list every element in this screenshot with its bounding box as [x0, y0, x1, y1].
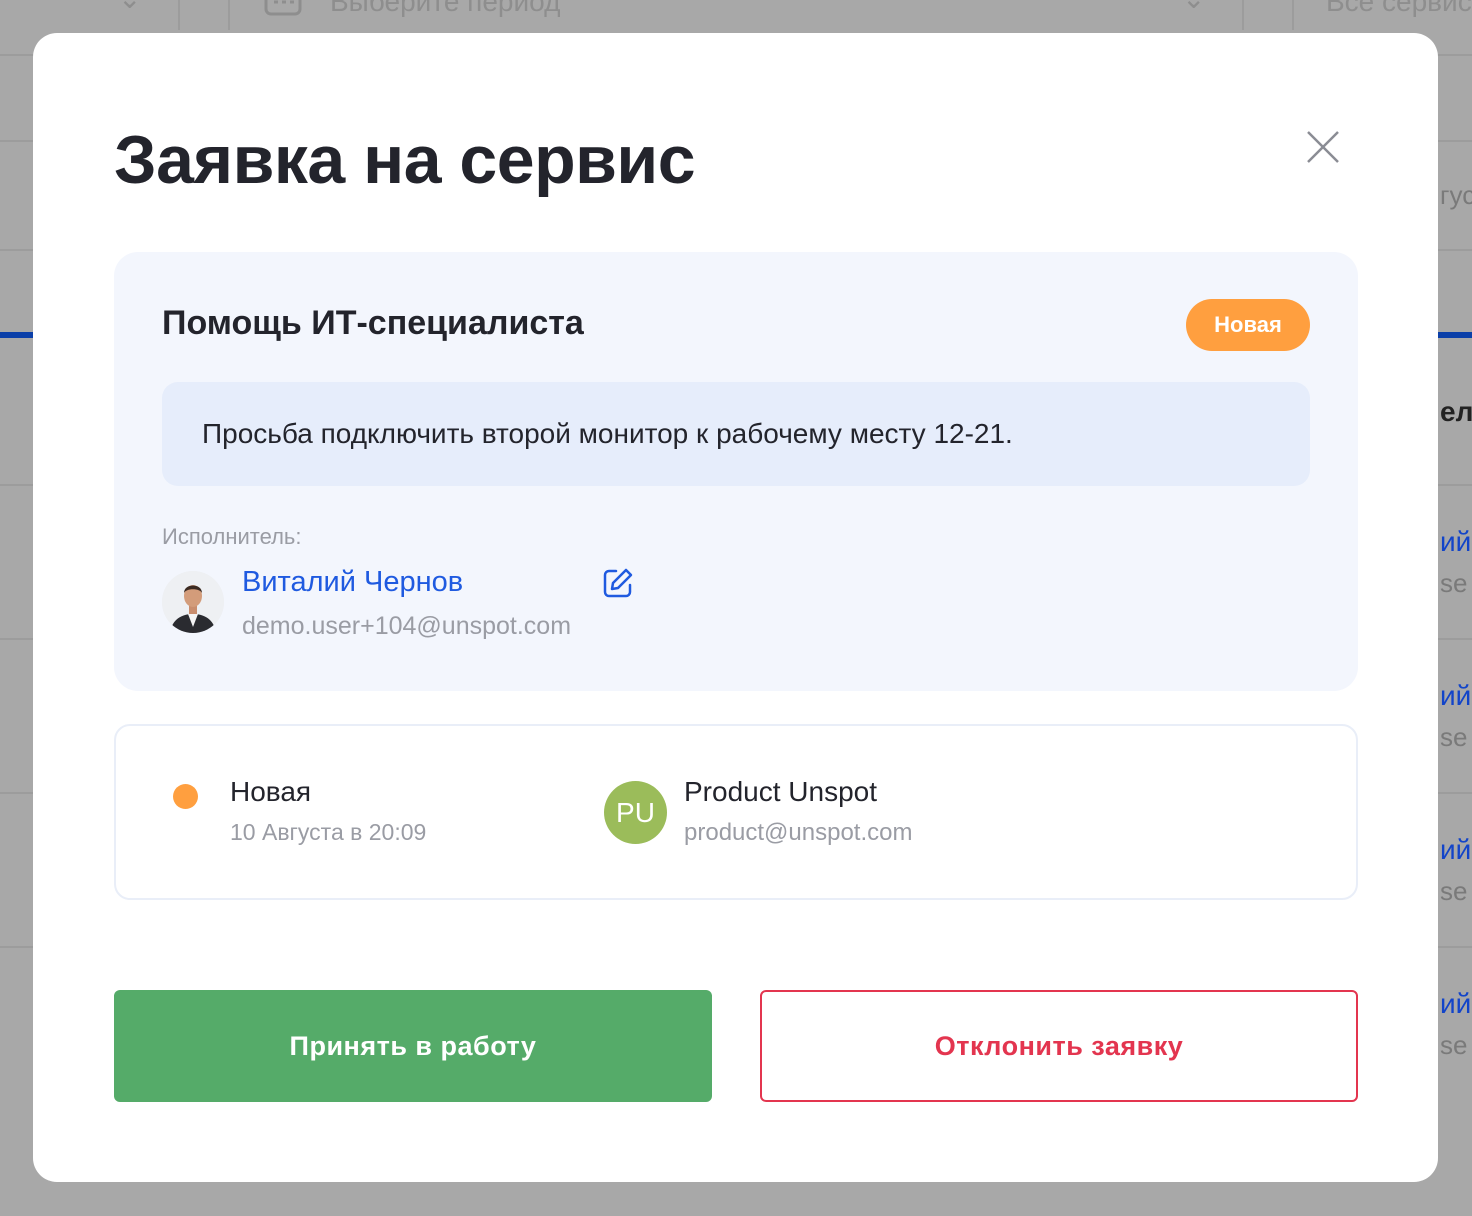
reject-button[interactable]: Отклонить заявку — [760, 990, 1358, 1102]
calendar-icon — [264, 0, 302, 16]
period-select[interactable]: Выберите период — [330, 0, 560, 18]
executor-email: demo.user+104@unspot.com — [242, 612, 572, 640]
status-badge: Новая — [1186, 299, 1310, 351]
row-name[interactable]: ий — [1440, 988, 1471, 1020]
close-button[interactable] — [1305, 129, 1341, 165]
executor-name-link[interactable]: Виталий Чернов — [242, 566, 463, 599]
divider — [1242, 0, 1244, 30]
column-header: ел — [1440, 396, 1472, 427]
services-filter[interactable]: Все сервисы — [1326, 0, 1472, 18]
edit-executor-button[interactable] — [602, 567, 634, 599]
row-email: se — [1440, 1030, 1468, 1060]
row-email: se — [1440, 568, 1468, 598]
executor-label: Исполнитель: — [162, 524, 302, 549]
status-history-card: Новая 10 Августа в 20:09 PU Product Unsp… — [114, 724, 1358, 900]
date-fragment: гус — [1440, 180, 1472, 210]
service-request-modal: Заявка на сервис Помощь ИТ-специалиста Н… — [33, 33, 1438, 1182]
creator-avatar: PU — [604, 781, 667, 844]
accept-button[interactable]: Принять в работу — [114, 990, 712, 1102]
divider — [1292, 0, 1294, 30]
row-name[interactable]: ий — [1440, 526, 1471, 558]
row-email: se — [1440, 876, 1468, 906]
creator-name: Product Unspot — [684, 776, 877, 807]
request-details-card: Помощь ИТ-специалиста Новая Просьба подк… — [114, 252, 1358, 691]
status-dot — [173, 784, 198, 809]
creator-email: product@unspot.com — [684, 819, 913, 846]
edit-icon — [603, 568, 633, 598]
service-name: Помощь ИТ-специалиста — [162, 304, 584, 342]
chevron-down-icon: ⌄ — [118, 0, 141, 15]
status-date: 10 Августа в 20:09 — [230, 819, 427, 845]
row-name[interactable]: ий — [1440, 680, 1471, 712]
row-name[interactable]: ий — [1440, 834, 1471, 866]
user-photo — [162, 571, 224, 633]
divider — [228, 0, 230, 30]
status-label: Новая — [230, 776, 312, 807]
modal-title: Заявка на сервис — [114, 122, 696, 198]
row-email: se — [1440, 722, 1468, 752]
executor-avatar — [162, 571, 224, 633]
close-icon — [1307, 131, 1339, 163]
chevron-down-icon: ⌄ — [1182, 0, 1205, 15]
divider — [178, 0, 180, 30]
request-description: Просьба подключить второй монитор к рабо… — [162, 382, 1310, 486]
